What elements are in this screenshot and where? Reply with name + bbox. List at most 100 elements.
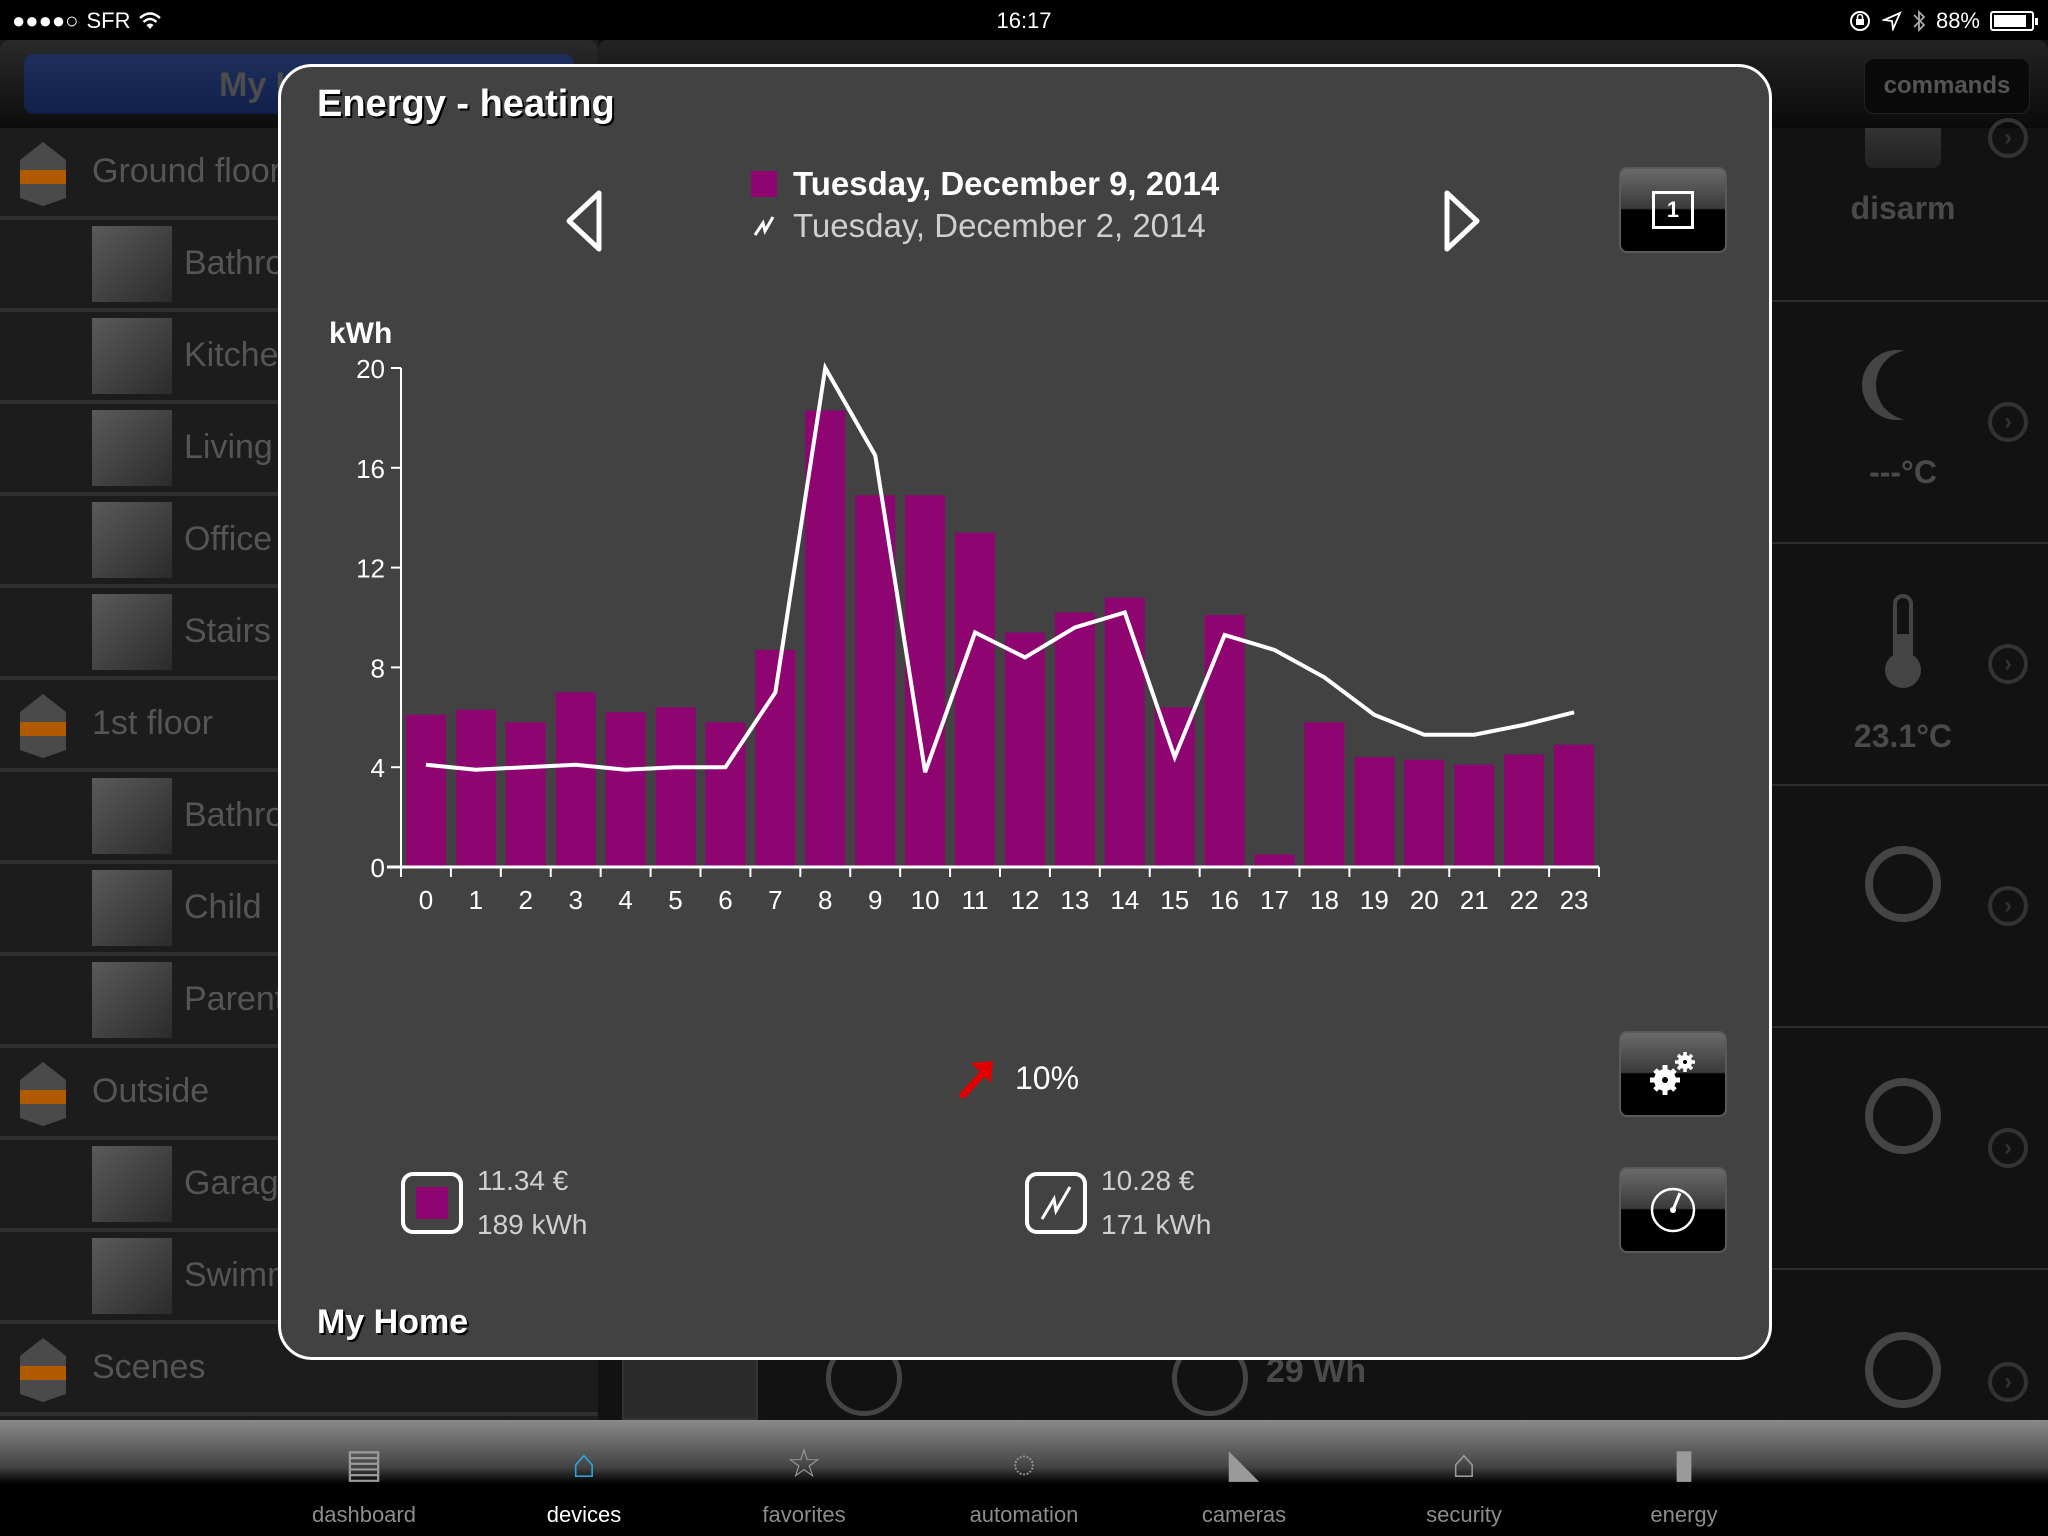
bar-hour-11	[955, 532, 996, 867]
meter-button[interactable]	[1619, 1167, 1727, 1253]
room-label: Living	[184, 428, 273, 466]
trend-indicator: 10%	[957, 1057, 1079, 1099]
device-tile-night[interactable]: ---°C ›	[1758, 302, 2048, 544]
settings-button[interactable]	[1619, 1031, 1727, 1117]
devices-icon: ⌂	[571, 1441, 597, 1486]
chevron-right-icon[interactable]: ›	[1988, 644, 2028, 684]
room-thumbnail	[92, 962, 172, 1038]
x-tick-label: 1	[469, 885, 483, 915]
room-thumbnail	[92, 594, 172, 670]
device-tile-switch[interactable]: ›	[1758, 1028, 2048, 1270]
room-label: Ground floor	[92, 152, 281, 190]
room-thumbnail	[92, 226, 172, 302]
bar-series-icon	[401, 1172, 463, 1234]
ring-icon	[1865, 846, 1941, 922]
chevron-right-icon[interactable]: ›	[1988, 402, 2028, 442]
energy-dialog: Energy - heating Tuesday, December 9, 20…	[278, 64, 1772, 1360]
y-tick-label: 0	[371, 853, 385, 883]
compare-cost: 10.28 €	[1101, 1165, 1195, 1196]
bar-hour-18	[1304, 722, 1345, 867]
trend-percent: 10%	[1015, 1059, 1080, 1096]
room-label: Child	[184, 888, 262, 926]
bar-hour-21	[1454, 764, 1495, 867]
x-tick-label: 14	[1110, 885, 1139, 915]
device-tile-alarm[interactable]: disarm ›	[1758, 118, 2048, 302]
y-tick-label: 16	[356, 454, 385, 484]
x-tick-label: 15	[1160, 885, 1189, 915]
tab-label: devices	[546, 1502, 622, 1527]
current-energy: 189 kWh	[477, 1209, 588, 1240]
tab-label: cameras	[1201, 1502, 1287, 1527]
tab-automation[interactable]: ◌ automation	[914, 1420, 1134, 1536]
room-label: 1st floor	[92, 704, 213, 742]
comparison-line	[425, 362, 1575, 773]
room-label: Office	[184, 520, 273, 558]
bar-hour-3	[555, 692, 596, 867]
x-tick-label: 20	[1410, 885, 1439, 915]
floor-house-icon	[20, 1338, 66, 1402]
bar-hour-8	[805, 410, 846, 867]
x-tick-label: 6	[718, 885, 732, 915]
room-label: Scenes	[92, 1348, 206, 1386]
rotation-lock-icon	[1849, 11, 1870, 31]
x-tick-label: 3	[568, 885, 582, 915]
device-tile-switch[interactable]: ›	[1758, 1270, 2048, 1420]
tab-devices[interactable]: ⌂ devices	[474, 1420, 694, 1536]
room-label: Outside	[92, 1072, 210, 1110]
x-tick-label: 17	[1260, 885, 1289, 915]
tab-label: automation	[969, 1502, 1079, 1527]
device-label: ---°C	[1869, 454, 1937, 490]
y-tick-label: 12	[356, 554, 385, 584]
current-summary: 11.34 € 189 kWh	[401, 1159, 588, 1247]
y-tick-label: 20	[356, 354, 385, 384]
gears-icon	[1650, 1052, 1695, 1095]
x-tick-label: 5	[668, 885, 682, 915]
tab-favorites[interactable]: ☆ favorites	[694, 1420, 914, 1536]
screen: ●●●●○ SFR 16:17 88% My Home Ground floor…	[0, 0, 2048, 1536]
x-tick-label: 4	[618, 885, 632, 915]
camera-icon: ◣	[1228, 1442, 1260, 1486]
chevron-right-icon[interactable]: ›	[1988, 886, 2028, 926]
room-label: Stairs	[184, 612, 271, 650]
commands-button[interactable]: commands	[1864, 58, 2030, 114]
x-tick-label: 0	[419, 885, 433, 915]
device-tile-temperature[interactable]: 23.1°C ›	[1758, 544, 2048, 786]
device-label: disarm	[1850, 190, 1956, 226]
tab-label: security	[1426, 1502, 1502, 1527]
room-thumbnail	[92, 870, 172, 946]
tab-bar: ▤ dashboard ⌂ devices ☆ favorites ◌ automation ◣…	[0, 1420, 2048, 1536]
y-tick-label: 4	[371, 753, 385, 783]
room-thumbnail	[92, 318, 172, 394]
chevron-right-icon[interactable]: ›	[1988, 118, 2028, 158]
bar-hour-19	[1354, 757, 1395, 867]
x-tick-label: 12	[1010, 885, 1039, 915]
x-tick-label: 19	[1360, 885, 1389, 915]
bar-hour-16	[1204, 615, 1245, 867]
speedometer-icon	[1650, 1187, 1696, 1233]
x-tick-label: 7	[768, 885, 782, 915]
house-alarm-icon: ⌂	[1451, 1441, 1477, 1486]
x-tick-label: 13	[1060, 885, 1089, 915]
tab-cameras[interactable]: ◣ cameras	[1134, 1420, 1354, 1536]
bar-hour-1	[455, 709, 496, 867]
compare-summary: 10.28 € 171 kWh	[1025, 1159, 1212, 1247]
ring-icon	[1865, 1078, 1941, 1154]
bar-hour-14	[1104, 597, 1145, 867]
device-tile-switch[interactable]: ›	[1758, 786, 2048, 1028]
compare-energy: 171 kWh	[1101, 1209, 1212, 1240]
bar-hour-15	[1154, 707, 1195, 867]
tab-dashboard[interactable]: ▤ dashboard	[254, 1420, 474, 1536]
moon-icon	[1876, 350, 1946, 420]
status-bar: ●●●●○ SFR 16:17 88%	[0, 0, 2048, 40]
x-tick-label: 18	[1310, 885, 1339, 915]
bar-hour-20	[1404, 759, 1445, 867]
chevron-right-icon[interactable]: ›	[1988, 1128, 2028, 1168]
ring-icon	[1865, 1332, 1941, 1408]
room-thumbnail	[92, 410, 172, 486]
chevron-right-icon[interactable]: ›	[1988, 1362, 2028, 1402]
energy-chart: kWh0481216200 1 2 3 4 5 6 7 8 9 10 11 12 13 14 15 16 17 18…	[329, 317, 1600, 915]
bar-hour-4	[605, 712, 646, 867]
thermometer-icon	[1885, 594, 1921, 688]
tab-security[interactable]: ⌂ security	[1354, 1420, 1574, 1536]
tab-energy[interactable]: ▮ energy	[1574, 1420, 1794, 1536]
